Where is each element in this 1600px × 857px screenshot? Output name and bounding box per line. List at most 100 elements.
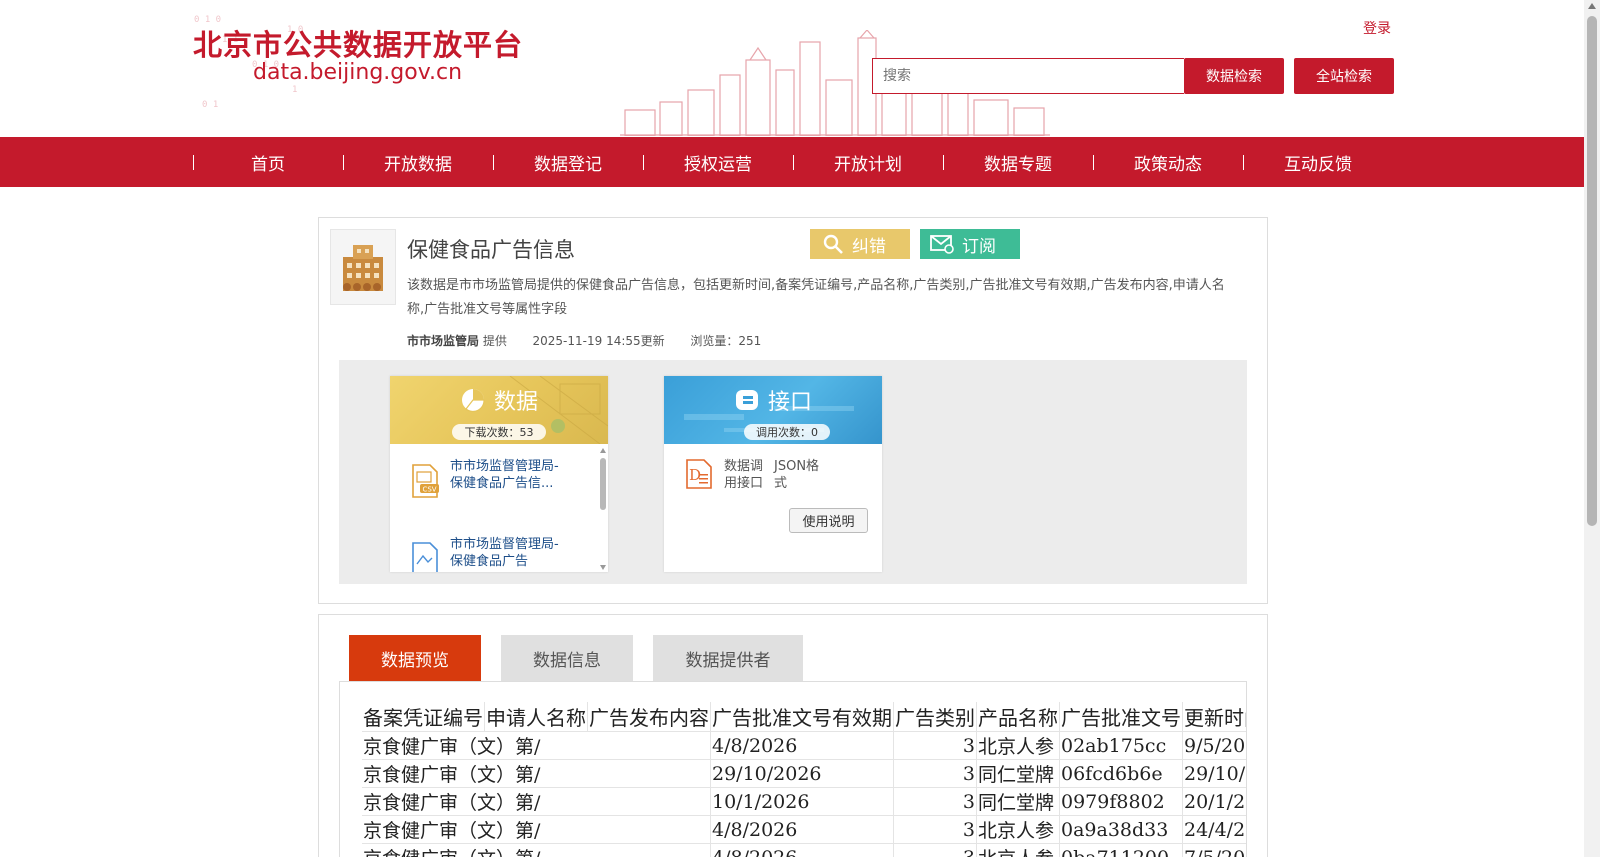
- table-row: 京食健广审（文）第/4/8/20263北京人参0a9a38d3324/4/202…: [362, 815, 1246, 844]
- tab-data-provider[interactable]: 数据提供者: [653, 635, 803, 681]
- table-cell: 北京人参: [976, 843, 1060, 857]
- table-cell: 3: [893, 815, 977, 844]
- nav-item-data-topics[interactable]: 数据专题: [943, 137, 1093, 187]
- dataset-meta: 市市场监管局 提供 2025-11-19 14:55更新 浏览量：251: [407, 332, 761, 349]
- table-cell: 29/10/2024 20:00:01: [1182, 759, 1246, 788]
- data-search-button[interactable]: 数据检索: [1184, 58, 1284, 94]
- column-header: 产品名称: [976, 702, 1060, 732]
- nav-item-authorized-operation[interactable]: 授权运营: [643, 137, 793, 187]
- dataset-views: 浏览量：251: [690, 334, 762, 348]
- site-title[interactable]: 北京市公共数据开放平台: [193, 22, 523, 64]
- nav-item-open-plan[interactable]: 开放计划: [793, 137, 943, 187]
- page: 0 1 01 10 1 0 1 010 1 北京市公共数据开放平台 data.b…: [0, 0, 1600, 857]
- subscribe-button[interactable]: 订阅: [920, 229, 1020, 259]
- table-cell: 3: [893, 731, 977, 760]
- correct-button[interactable]: 纠错: [810, 229, 910, 259]
- api-document-icon: D: [686, 459, 712, 489]
- subscribe-button-label: 订阅: [962, 236, 996, 257]
- table-cell: 0a9a38d33: [1059, 815, 1183, 844]
- table-cell: 京食健广审（文）第/: [362, 731, 711, 760]
- table-row: 京食健广审（文）第/4/8/20263北京人参02ab175cc9/5/2025…: [362, 731, 1246, 760]
- tab-data-preview[interactable]: 数据预览: [349, 635, 481, 681]
- preview-card: 数据预览 数据信息 数据提供者 备案凭证编号 申请人名称 广告发布内容 广告批准…: [318, 614, 1268, 857]
- pie-chart-icon: [461, 389, 485, 413]
- file-item[interactable]: 市市场监督管理局-保健食品广告: [410, 536, 580, 572]
- nav-item-data-registration[interactable]: 数据登记: [493, 137, 643, 187]
- svg-text:1: 1: [292, 85, 297, 95]
- table-cell: 同仁堂牌: [976, 787, 1060, 816]
- table-cell: 3: [893, 843, 977, 857]
- nav-item-policy-news[interactable]: 政策动态: [1093, 137, 1243, 187]
- table-cell: 7/5/2025 14:00:24: [1182, 843, 1246, 857]
- dataset-title: 保健食品广告信息: [407, 238, 575, 262]
- file-name[interactable]: 市市场监督管理局-保健食品广告信...: [450, 458, 560, 498]
- table-cell: 0ba711200: [1059, 843, 1183, 857]
- mail-icon: [930, 235, 954, 254]
- dataset-provider: 市市场监管局: [407, 334, 480, 348]
- dataset-provider-suffix: 提供: [482, 334, 507, 348]
- table-cell: 24/4/2025 10:25:16: [1182, 815, 1246, 844]
- table-cell: 4/8/2026: [710, 815, 894, 844]
- table-cell: 京食健广审（文）第/: [362, 843, 711, 857]
- resource-panel: 数据 下载次数：53 CSV 市市场监督管理局-保健食品广告信... 市市场监督…: [339, 360, 1247, 584]
- file-item[interactable]: CSV 市市场监督管理局-保健食品广告信...: [410, 458, 580, 498]
- data-box-title-row: 数据: [390, 384, 608, 416]
- column-header: 广告批准文号有效期: [710, 702, 894, 732]
- data-box-title: 数据: [493, 390, 538, 415]
- table-cell: 20/1/2025 15:22:54: [1182, 787, 1246, 816]
- api-icon: [735, 390, 758, 410]
- data-box-header: 数据 下载次数：53: [390, 376, 608, 444]
- api-format: JSON格式: [774, 459, 820, 491]
- tab-data-info[interactable]: 数据信息: [501, 635, 633, 681]
- usage-guide-button[interactable]: 使用说明: [789, 508, 868, 533]
- dataset-building-icon: [330, 229, 396, 305]
- column-header: 更新时间: [1182, 702, 1246, 732]
- table-cell: 北京人参: [976, 731, 1060, 760]
- nav-item-open-data[interactable]: 开放数据: [343, 137, 493, 187]
- svg-text:0 1: 0 1: [202, 100, 218, 110]
- login-link[interactable]: 登录: [1363, 18, 1391, 38]
- table-cell: 4/8/2026: [710, 731, 894, 760]
- column-header: 广告发布内容: [587, 702, 711, 732]
- download-count-badge: 下载次数：53: [452, 424, 546, 440]
- table-cell: 京食健广审（文）第/: [362, 787, 711, 816]
- data-download-box: 数据 下载次数：53 CSV 市市场监督管理局-保健食品广告信... 市市场监督…: [390, 376, 608, 572]
- table-cell: 3: [893, 759, 977, 788]
- api-box-title: 接口: [767, 390, 812, 415]
- api-item[interactable]: D 数据调用接口 JSON格式: [684, 458, 824, 492]
- table-cell: 10/1/2026: [710, 787, 894, 816]
- site-domain[interactable]: data.beijing.gov.cn: [253, 60, 462, 85]
- file-list-scrollbar[interactable]: [599, 446, 608, 572]
- correct-button-label: 纠错: [852, 236, 886, 257]
- dataset-description: 该数据是市市场监管局提供的保健食品广告信息，包括更新时间,备案凭证编号,产品名称…: [407, 278, 1225, 317]
- file-icon: [412, 542, 438, 572]
- table-header-row: 备案凭证编号 申请人名称 广告发布内容 广告批准文号有效期 广告类别 产品名称 …: [362, 702, 1246, 732]
- table-cell: 4/8/2026: [710, 843, 894, 857]
- table-cell: 京食健广审（文）第/: [362, 759, 711, 788]
- nav-item-home[interactable]: 首页: [193, 137, 343, 187]
- file-name[interactable]: 市市场监督管理局-保健食品广告: [450, 536, 560, 572]
- file-list: CSV 市市场监督管理局-保健食品广告信... 市市场监督管理局-保健食品广告: [390, 444, 608, 572]
- table-cell: 北京人参: [976, 815, 1060, 844]
- preview-table: 备案凭证编号 申请人名称 广告发布内容 广告批准文号有效期 广告类别 产品名称 …: [362, 702, 1246, 857]
- table-cell: 02ab175cc: [1059, 731, 1183, 760]
- column-header: 申请人名称: [484, 702, 588, 732]
- table-cell: 3: [893, 787, 977, 816]
- table-cell: 29/10/2026: [710, 759, 894, 788]
- page-scrollbar[interactable]: [1584, 0, 1600, 857]
- api-box-header: 接口 调用次数：0: [664, 376, 882, 444]
- svg-text:CSV: CSV: [422, 486, 436, 494]
- table-cell: 0979f8802: [1059, 787, 1183, 816]
- api-box-title-row: 接口: [664, 384, 882, 416]
- header: 0 1 01 10 1 0 1 010 1 北京市公共数据开放平台 data.b…: [0, 0, 1584, 137]
- table-row: 京食健广审（文）第/10/1/20263同仁堂牌0979f880220/1/20…: [362, 787, 1246, 816]
- api-name[interactable]: 数据调用接口: [724, 458, 770, 492]
- nav-item-feedback[interactable]: 互动反馈: [1243, 137, 1393, 187]
- column-header: 备案凭证编号: [362, 702, 485, 732]
- table-row: 京食健广审（文）第/4/8/20263北京人参0ba7112007/5/2025…: [362, 843, 1246, 857]
- magnifier-icon: [823, 234, 843, 254]
- search-input[interactable]: [872, 58, 1184, 94]
- table-row: 京食健广审（文）第/29/10/2026 3 同仁堂牌 06fcd6b6e 29/10/…: [362, 759, 1246, 788]
- csv-file-icon: CSV: [412, 464, 439, 498]
- site-search-button[interactable]: 全站检索: [1294, 58, 1394, 94]
